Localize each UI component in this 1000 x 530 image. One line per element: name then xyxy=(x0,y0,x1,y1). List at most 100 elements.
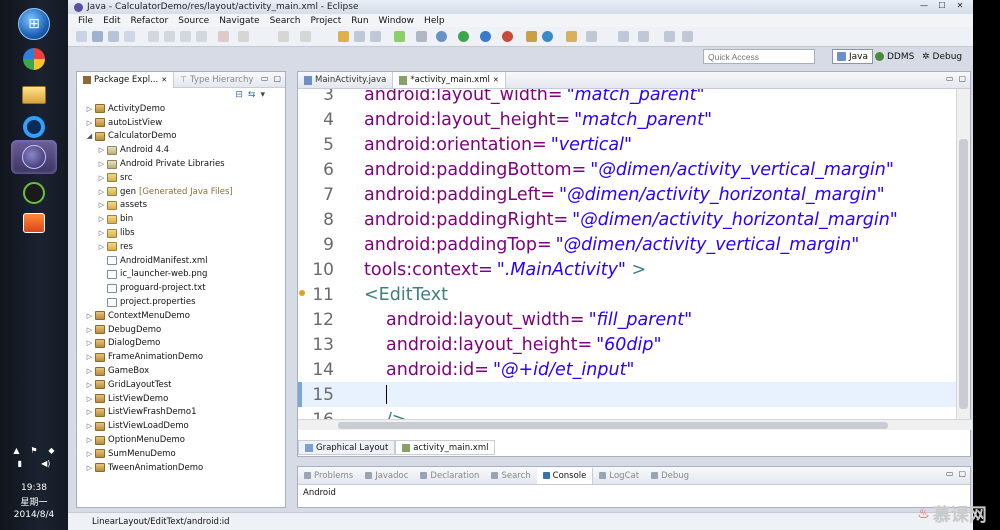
collapsed-arrow-icon[interactable]: ▷ xyxy=(97,201,106,209)
tab-search[interactable]: Search xyxy=(485,468,536,484)
code-line[interactable]: 8 android:paddingRight= "@dimen/activity_h… xyxy=(298,207,956,232)
run-icon[interactable] xyxy=(458,31,469,42)
tab-package-explorer[interactable]: Package Expl... ✕ xyxy=(77,71,175,88)
horizontal-scrollbar[interactable] xyxy=(298,419,972,430)
menu-help[interactable]: Help xyxy=(424,16,445,26)
tab-mainactivity-java[interactable]: MainActivity.java xyxy=(298,72,392,88)
toolbar-icon-7[interactable] xyxy=(180,31,191,42)
perspective-debug[interactable]: ✲ Debug xyxy=(918,49,966,64)
taskbar-app-eclipse[interactable] xyxy=(11,140,57,174)
collapsed-arrow-icon[interactable]: ▷ xyxy=(85,353,94,361)
toolbar-icon-12[interactable] xyxy=(300,31,311,42)
tab-activity-main-xml[interactable]: *activity_main.xml ✕ xyxy=(392,72,506,88)
tree-item[interactable]: ▷ GameBox xyxy=(77,364,285,378)
tree-item[interactable]: ▷ bin xyxy=(77,212,285,226)
tree-item[interactable]: ▷ TweenAnimationDemo xyxy=(77,461,285,475)
code-line[interactable]: 15 xyxy=(298,382,956,407)
maximize-view-icon[interactable]: ▢ xyxy=(273,74,281,83)
open-type-icon[interactable] xyxy=(566,31,577,42)
taskbar-app-explorer[interactable] xyxy=(11,78,57,112)
collapsed-arrow-icon[interactable]: ▷ xyxy=(85,326,94,334)
tab-console[interactable]: Console xyxy=(536,467,594,484)
menu-refactor[interactable]: Refactor xyxy=(131,16,169,26)
tree-item[interactable]: ▷ Android 4.4 xyxy=(77,143,285,157)
tab-logcat[interactable]: LogCat xyxy=(593,468,645,484)
tab-problems[interactable]: Problems xyxy=(298,468,359,484)
collapsed-arrow-icon[interactable]: ▷ xyxy=(85,408,94,416)
taskbar-app-amd[interactable] xyxy=(11,176,57,210)
code-line[interactable]: 14 android:id= "@+id/et_input" xyxy=(298,357,956,382)
tree-item[interactable]: ▷ ListViewFrashDemo1 xyxy=(77,406,285,420)
toolbar-icon-8[interactable] xyxy=(196,31,207,42)
menu-search[interactable]: Search xyxy=(270,16,301,26)
collapsed-arrow-icon[interactable]: ▷ xyxy=(85,436,94,444)
perspective-ddms[interactable]: DDMS xyxy=(871,49,918,64)
close-icon[interactable]: ✕ xyxy=(953,1,967,10)
vertical-scrollbar[interactable] xyxy=(956,89,970,419)
collapsed-arrow-icon[interactable]: ▷ xyxy=(97,160,106,168)
code-line[interactable]: 13 android:layout_height= "60dip" xyxy=(298,332,956,357)
volume-icon[interactable]: ◀) xyxy=(41,459,50,468)
menu-file[interactable]: File xyxy=(78,16,93,26)
clock[interactable]: 19:38 星期一 2014/8/4 xyxy=(0,483,68,520)
code-line[interactable]: 6 android:paddingBottom= "@dimen/activity_… xyxy=(298,157,956,182)
code-line[interactable]: 11 <EditText xyxy=(298,282,956,307)
menu-navigate[interactable]: Navigate xyxy=(219,16,259,26)
collapsed-arrow-icon[interactable]: ▷ xyxy=(85,464,94,472)
toolbar-icon-10[interactable] xyxy=(238,31,249,42)
tab-javadoc[interactable]: Javadoc xyxy=(359,468,414,484)
toolbar-icon-6[interactable] xyxy=(164,31,175,42)
android-sdk-icon[interactable] xyxy=(394,31,405,42)
taskbar-app-recorder[interactable] xyxy=(11,206,57,240)
code-line[interactable]: 10 tools:context= ".MainActivity" > xyxy=(298,257,956,282)
maximize-icon[interactable]: ☐ xyxy=(935,1,949,10)
debug-run-icon[interactable] xyxy=(436,31,447,42)
code-line[interactable]: 12 android:layout_width= "fill_parent" xyxy=(298,307,956,332)
flag-icon[interactable]: ⚑ xyxy=(30,446,37,455)
toolbar-icon-11[interactable] xyxy=(278,31,289,42)
maximize-editor-icon[interactable]: ▢ xyxy=(958,74,966,83)
tree-item[interactable]: ▷ libs xyxy=(77,226,285,240)
tab-declaration[interactable]: Declaration xyxy=(414,468,485,484)
collapsed-arrow-icon[interactable]: ▷ xyxy=(85,450,94,458)
collapsed-arrow-icon[interactable]: ▷ xyxy=(97,174,106,182)
tree-item[interactable]: ▷ DebugDemo xyxy=(77,323,285,337)
tree-item[interactable]: ▷ ActivityDemo xyxy=(77,102,285,116)
tree-item[interactable]: ▷ SumMenuDemo xyxy=(77,447,285,461)
menu-project[interactable]: Project xyxy=(310,16,341,26)
collapsed-arrow-icon[interactable]: ▷ xyxy=(85,105,94,113)
maximize-console-icon[interactable]: ▢ xyxy=(958,469,966,478)
toolbar-icon-14[interactable] xyxy=(354,31,365,42)
collapsed-arrow-icon[interactable]: ▷ xyxy=(85,395,94,403)
expanded-arrow-icon[interactable]: ◢ xyxy=(85,132,94,140)
minimize-view-icon[interactable]: ▭ xyxy=(261,74,269,83)
tree-item[interactable]: ◢ CalculatorDemo xyxy=(77,130,285,144)
minimize-icon[interactable]: — xyxy=(917,1,931,10)
toolbar-icon-26[interactable] xyxy=(618,31,629,42)
save-icon[interactable] xyxy=(92,31,103,42)
collapsed-arrow-icon[interactable]: ▷ xyxy=(85,381,94,389)
tree-item[interactable]: ▷ GridLayoutTest xyxy=(77,378,285,392)
tree-item[interactable]: proguard-project.txt xyxy=(77,281,285,295)
code-line[interactable]: 16 /> xyxy=(298,407,956,420)
code-line[interactable]: 9 android:paddingTop= "@dimen/activity_ver… xyxy=(298,232,956,257)
tree-item[interactable]: ▷ FrameAnimationDemo xyxy=(77,350,285,364)
tree-item[interactable]: ▷ assets xyxy=(77,199,285,213)
collapsed-arrow-icon[interactable]: ▷ xyxy=(97,146,106,154)
menu-source[interactable]: Source xyxy=(178,16,209,26)
code-line[interactable]: 7 android:paddingLeft= "@dimen/activity_ho… xyxy=(298,182,956,207)
toolbar-icon-13[interactable] xyxy=(338,31,349,42)
minimize-editor-icon[interactable]: ▭ xyxy=(946,74,954,83)
start-button[interactable]: ⊞ xyxy=(18,8,50,40)
tree-item[interactable]: AndroidManifest.xml xyxy=(77,254,285,268)
tree-item[interactable]: ▷ Android Private Libraries xyxy=(77,157,285,171)
collapsed-arrow-icon[interactable]: ▷ xyxy=(97,215,106,223)
minimize-console-icon[interactable]: ▭ xyxy=(946,469,954,478)
toolbar-icon-22[interactable] xyxy=(526,31,537,42)
collapse-all-icon[interactable]: ⊟ xyxy=(235,90,243,100)
menu-window[interactable]: Window xyxy=(379,16,415,26)
tree-item[interactable]: ▷ res xyxy=(77,240,285,254)
toolbar-icon-5[interactable] xyxy=(148,31,159,42)
close-tab-icon[interactable]: ✕ xyxy=(493,76,499,84)
toolbar-icon-25[interactable] xyxy=(586,31,597,42)
